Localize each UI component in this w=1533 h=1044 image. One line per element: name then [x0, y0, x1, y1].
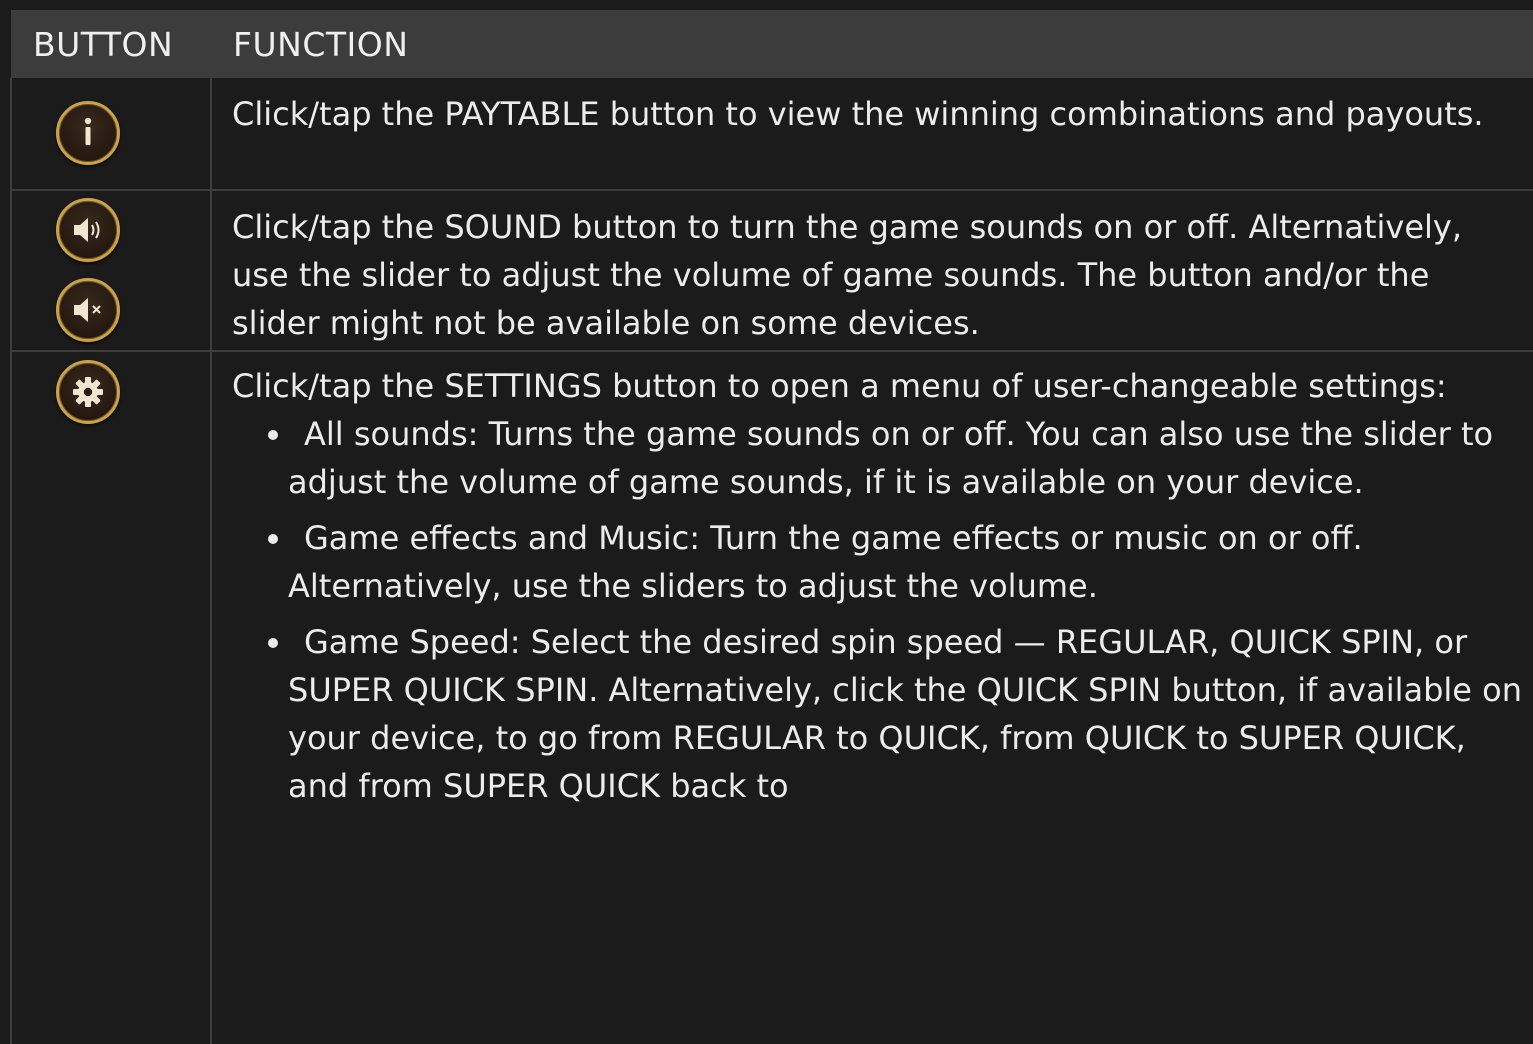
- function-text: Click/tap the SOUND button to turn the g…: [210, 190, 1533, 352]
- info-icon: [73, 115, 103, 151]
- button-function-table: BUTTON FUNCTION Click/tap the PAYTABLE b…: [10, 10, 1533, 1044]
- sound-off-icon: [70, 295, 106, 325]
- function-text: Click/tap the SETTINGS button to open a …: [210, 351, 1533, 1044]
- top-strip: [0, 0, 1533, 10]
- list-item: Game Speed: Select the desired spin spee…: [232, 618, 1523, 810]
- header-button: BUTTON: [11, 10, 211, 78]
- icon-cell: [10, 190, 212, 352]
- sound-on-button[interactable]: [56, 198, 120, 262]
- list-item: All sounds: Turns the game sounds on or …: [232, 410, 1523, 506]
- icon-cell: [10, 78, 212, 191]
- table-row: Click/tap the SETTINGS button to open a …: [10, 351, 1533, 1044]
- sound-on-icon: [70, 215, 106, 245]
- gear-icon: [71, 375, 105, 409]
- help-panel: BUTTON FUNCTION Click/tap the PAYTABLE b…: [0, 0, 1533, 1044]
- settings-button[interactable]: [56, 360, 120, 424]
- list-item: Game effects and Music: Turn the game ef…: [232, 514, 1523, 610]
- sound-off-button[interactable]: [56, 278, 120, 342]
- table-header-row: BUTTON FUNCTION: [11, 10, 1533, 78]
- header-function: FUNCTION: [211, 10, 1533, 78]
- settings-intro: Click/tap the SETTINGS button to open a …: [232, 367, 1447, 405]
- settings-list: All sounds: Turns the game sounds on or …: [232, 410, 1523, 810]
- table-row: Click/tap the PAYTABLE button to view th…: [10, 78, 1533, 191]
- paytable-button[interactable]: [56, 101, 120, 165]
- table-row: Click/tap the SOUND button to turn the g…: [10, 190, 1533, 352]
- function-text: Click/tap the PAYTABLE button to view th…: [210, 78, 1533, 191]
- icon-cell: [10, 351, 212, 1044]
